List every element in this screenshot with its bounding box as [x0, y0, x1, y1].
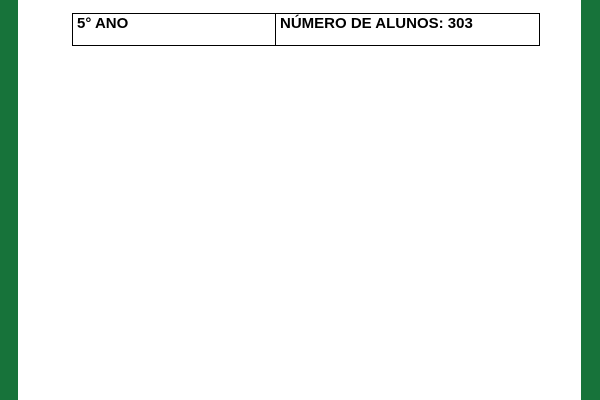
right-green-border: [581, 0, 600, 400]
left-green-border: [0, 0, 18, 400]
student-count-cell: NÚMERO DE ALUNOS: 303: [275, 13, 540, 46]
table-row: 5° ANO NÚMERO DE ALUNOS: 303: [72, 13, 540, 46]
grade-cell: 5° ANO: [72, 13, 276, 46]
class-info-table: 5° ANO NÚMERO DE ALUNOS: 303: [72, 13, 540, 46]
